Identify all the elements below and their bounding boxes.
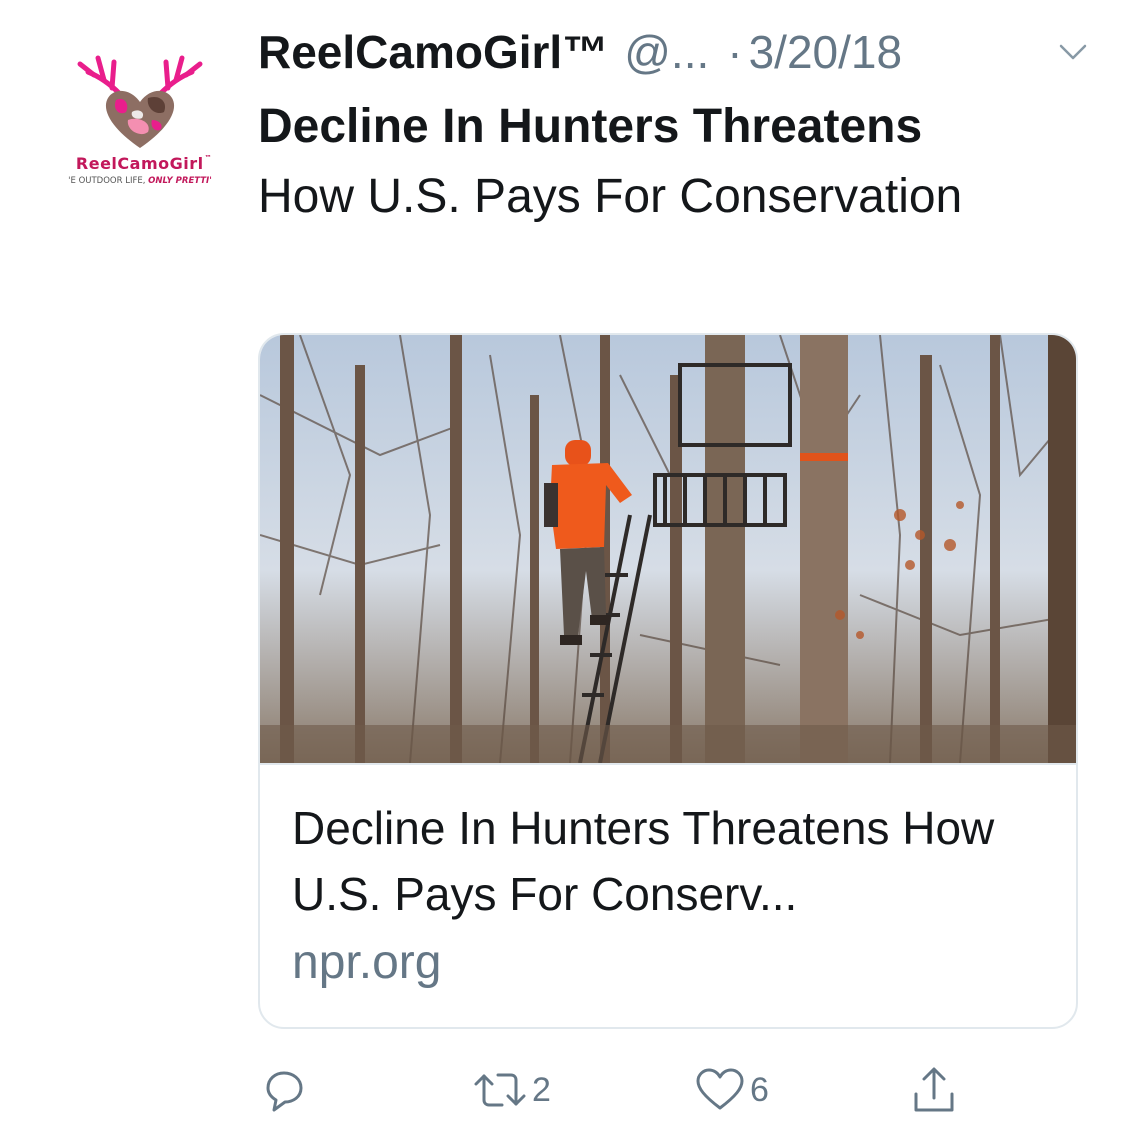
share-icon [914,1067,954,1112]
share-button[interactable] [908,1062,960,1118]
retweet-icon [474,1073,526,1107]
tweet-text-bold: Decline In Hunters Threatens [258,100,923,153]
card-domain: npr.org [292,936,442,989]
card-image[interactable] [260,335,1076,763]
reply-icon [266,1071,303,1112]
tweet-text: Decline In Hunters Threatens How U.S. Pa… [258,92,1088,232]
like-button[interactable]: 6 [694,1062,769,1118]
retweet-count: 2 [532,1070,551,1109]
link-card[interactable]: Decline In Hunters Threatens How U.S. Pa… [258,333,1078,1029]
logo-text: ReelCamoGirl™ [75,154,213,173]
reply-button[interactable] [260,1062,308,1118]
heart-icon [696,1068,744,1110]
separator-dot: · [727,26,743,78]
deer-antler-heart-logo-icon [77,55,203,148]
retweet-button[interactable]: 2 [472,1062,551,1118]
avatar[interactable]: ReelCamoGirl™ 'E OUTDOOR LIFE, ONLY PRET… [52,42,228,192]
tweet-text-rest: How U.S. Pays For Conservation [258,170,963,223]
chevron-down-icon[interactable] [1058,42,1088,62]
tweet-actions: 2 6 [258,1062,1078,1118]
card-title[interactable]: Decline In Hunters Threatens How U.S. Pa… [292,795,1052,927]
tweet-date[interactable]: 3/20/18 [749,25,902,79]
like-count: 6 [750,1070,769,1109]
display-name[interactable]: ReelCamoGirl™ [258,25,608,79]
user-handle[interactable]: @... [624,25,709,79]
tweet-header: ReelCamoGirl™ @... · 3/20/18 [258,22,1098,82]
card-body[interactable]: Decline In Hunters Threatens How U.S. Pa… [260,763,1076,989]
logo-tagline: 'E OUTDOOR LIFE, ONLY PRETTI' [68,176,212,186]
